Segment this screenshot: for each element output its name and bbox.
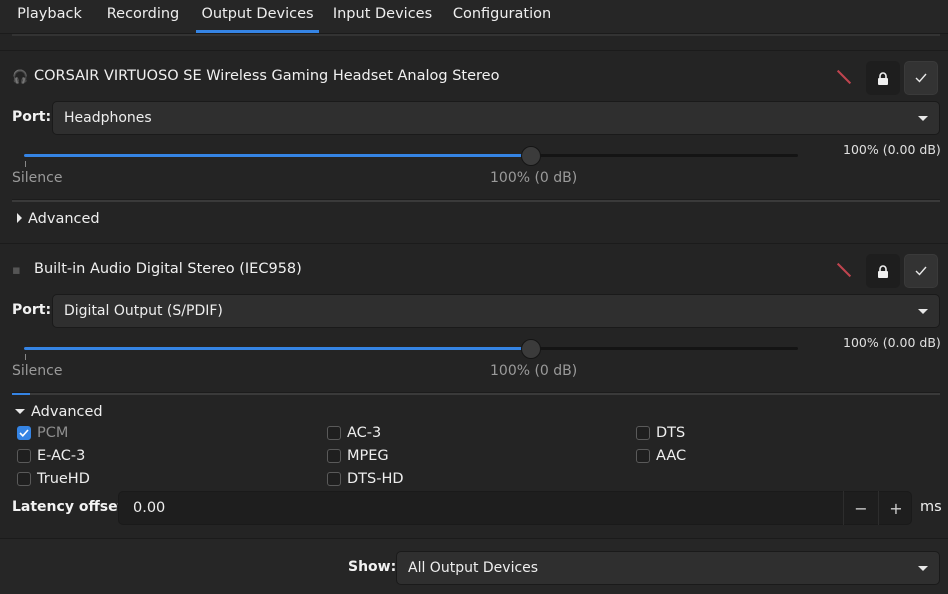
plus-icon: +: [889, 498, 903, 518]
lock-icon: [878, 71, 888, 85]
latency-offset-value: 0.00: [133, 500, 166, 516]
format-checkbox-mpeg[interactable]: MPEG: [327, 448, 389, 464]
advanced-expander[interactable]: Advanced: [17, 211, 100, 227]
volume-readout: 100% (0.00 dB): [843, 142, 941, 157]
checkmark-icon: [19, 429, 29, 437]
volume-readout: 100% (0.00 dB): [843, 335, 941, 350]
format-label: DTS-HD: [347, 471, 404, 487]
chevron-down-icon: [918, 116, 928, 121]
muted-indicator-icon: [835, 69, 853, 87]
port-label: Port:: [12, 109, 52, 125]
latency-decrease-button[interactable]: −: [843, 491, 878, 525]
tab-playback[interactable]: Playback: [8, 0, 91, 33]
checkbox-box: [636, 449, 650, 463]
checkbox-box: [636, 426, 650, 440]
format-label: E-AC-3: [37, 448, 86, 464]
device-name: CORSAIR VIRTUOSO SE Wireless Gaming Head…: [34, 68, 500, 84]
advanced-label: Advanced: [31, 404, 103, 420]
headphones-icon: 🎧: [12, 70, 29, 85]
tab-recording[interactable]: Recording: [98, 0, 188, 33]
format-checkbox-aac[interactable]: AAC: [636, 448, 686, 464]
lock-channels-button[interactable]: [866, 61, 900, 95]
format-checkbox-pcm[interactable]: PCM: [17, 425, 68, 441]
silence-mark-label: Silence: [12, 363, 63, 379]
volume-slider-fill: [24, 347, 531, 350]
port-label: Port:: [12, 302, 52, 318]
checkbox-box: [17, 426, 31, 440]
format-checkbox-ac3[interactable]: AC-3: [327, 425, 381, 441]
port-dropdown[interactable]: Digital Output (S/PDIF): [52, 294, 940, 328]
checkbox-box: [17, 449, 31, 463]
lock-icon: [878, 264, 888, 278]
audio-card-icon: ▪: [12, 263, 21, 278]
list-top-divider: [12, 34, 940, 36]
volume-slider-handle[interactable]: [521, 339, 541, 359]
port-value: Digital Output (S/PDIF): [64, 303, 223, 319]
tab-input-devices[interactable]: Input Devices: [327, 0, 438, 33]
muted-indicator-icon: [835, 262, 853, 280]
format-label: MPEG: [347, 448, 389, 464]
format-label: DTS: [656, 425, 686, 441]
device-separator: [0, 243, 948, 244]
tab-output-devices[interactable]: Output Devices: [196, 0, 319, 33]
volume-slider-handle[interactable]: [521, 146, 541, 166]
tab-bar: Playback Recording Output Devices Input …: [0, 0, 948, 34]
advanced-expander[interactable]: Advanced: [15, 404, 103, 420]
focus-indicator: [12, 393, 30, 395]
advanced-label: Advanced: [28, 211, 100, 227]
latency-unit-label: ms: [920, 499, 942, 515]
checkmark-icon: [915, 266, 927, 276]
expander-arrow-icon: [15, 409, 25, 414]
format-checkbox-dts[interactable]: DTS: [636, 425, 685, 441]
latency-offset-spinbox[interactable]: 0.00: [118, 491, 912, 525]
lock-channels-button[interactable]: [866, 254, 900, 288]
unity-mark-label: 100% (0 dB): [490, 170, 578, 186]
minus-icon: −: [854, 498, 868, 518]
silence-mark-label: Silence: [12, 170, 63, 186]
set-default-button[interactable]: [904, 254, 938, 288]
slider-tick: [25, 354, 26, 360]
checkbox-box: [17, 472, 31, 486]
show-filter-value: All Output Devices: [408, 560, 539, 576]
unity-mark-label: 100% (0 dB): [490, 363, 578, 379]
checkbox-box: [327, 472, 341, 486]
checkmark-icon: [915, 73, 927, 83]
latency-increase-button[interactable]: +: [878, 491, 913, 525]
format-checkbox-eac3[interactable]: E-AC-3: [17, 448, 85, 464]
checkbox-box: [327, 426, 341, 440]
slider-tick: [25, 161, 26, 167]
set-default-button[interactable]: [904, 61, 938, 95]
format-label: TrueHD: [37, 471, 90, 487]
tab-configuration[interactable]: Configuration: [446, 0, 558, 33]
format-checkbox-dtshd[interactable]: DTS-HD: [327, 471, 404, 487]
checkbox-box: [327, 449, 341, 463]
port-dropdown[interactable]: Headphones: [52, 101, 940, 135]
volume-slider-fill: [24, 154, 531, 157]
advanced-divider: [12, 199, 940, 202]
format-label: PCM: [37, 425, 69, 441]
format-label: AC-3: [347, 425, 382, 441]
show-label: Show:: [348, 559, 397, 575]
expander-arrow-icon: [17, 213, 22, 223]
device-name: Built-in Audio Digital Stereo (IEC958): [34, 261, 302, 277]
advanced-divider: [12, 392, 940, 395]
device-separator: [0, 50, 948, 51]
port-value: Headphones: [64, 110, 152, 126]
format-label: AAC: [656, 448, 687, 464]
chevron-down-icon: [918, 309, 928, 314]
format-checkbox-truehd[interactable]: TrueHD: [17, 471, 90, 487]
show-filter-dropdown[interactable]: All Output Devices: [396, 551, 940, 585]
chevron-down-icon: [918, 566, 928, 571]
latency-offset-label: Latency offset:: [12, 499, 130, 515]
